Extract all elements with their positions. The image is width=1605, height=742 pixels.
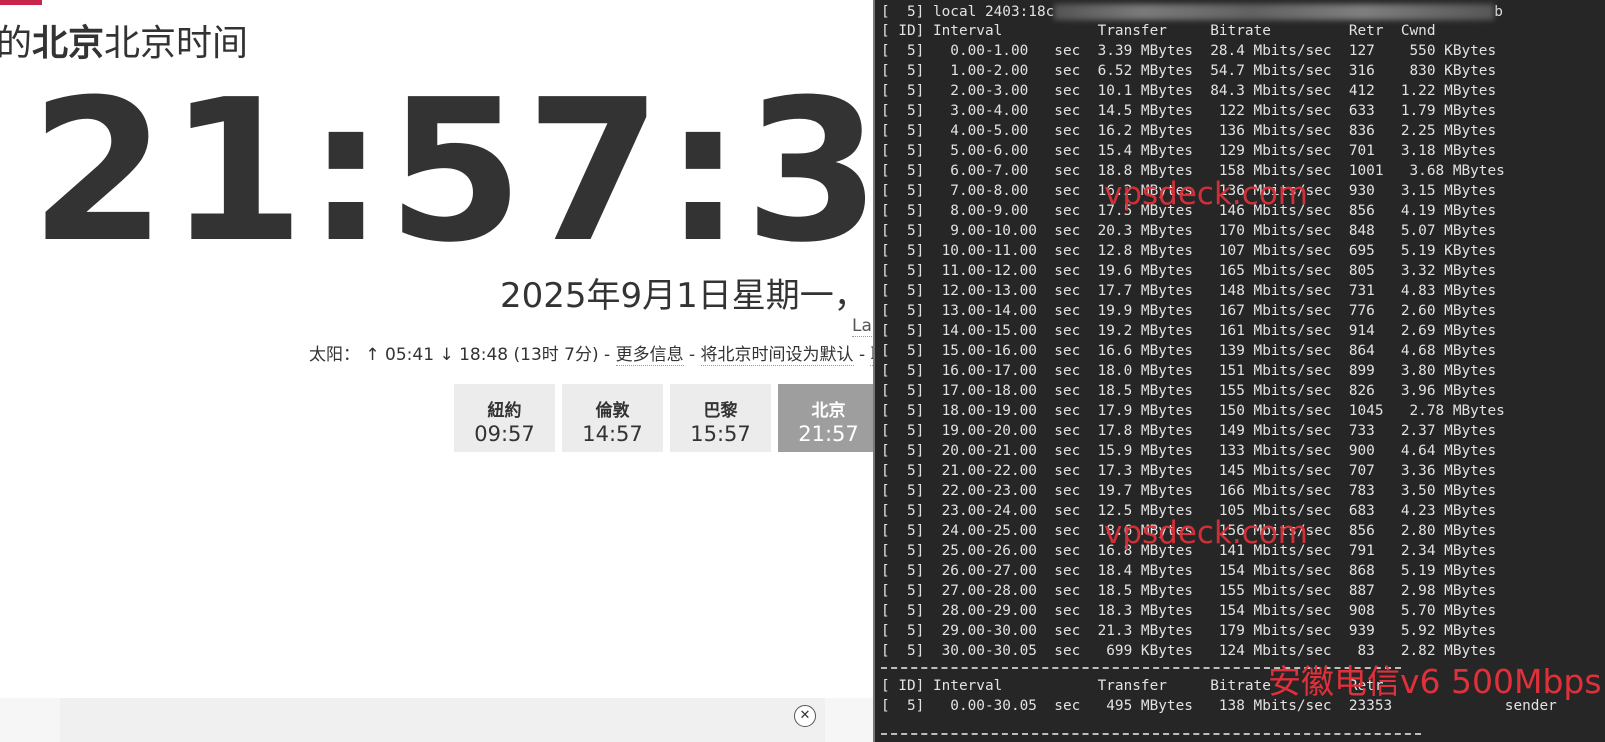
- terminal-row: [ 5] 2.00-3.00 sec 10.1 MBytes 84.3 Mbit…: [881, 83, 1497, 99]
- terminal-row: [ 5] 21.00-22.00 sec 17.3 MBytes 145 Mbi…: [881, 463, 1497, 479]
- terminal-row: [ 5] 15.00-16.00 sec 16.6 MBytes 139 Mbi…: [881, 343, 1497, 359]
- current-date: 2025年9月1日星期一，: [500, 276, 868, 316]
- ad-close-icon[interactable]: ✕: [794, 705, 816, 727]
- terminal-window[interactable]: [ 5] local 2403:18c b [ ID] Interval Tran…: [873, 0, 1605, 742]
- city-button-london[interactable]: 倫敦 14:57: [562, 384, 663, 452]
- lang-link-truncated[interactable]: La: [852, 316, 872, 337]
- terminal-row: [ 5] 13.00-14.00 sec 19.9 MBytes 167 Mbi…: [881, 303, 1497, 319]
- terminal-row: [ 5] 19.00-20.00 sec 17.8 MBytes 149 Mbi…: [881, 423, 1497, 439]
- site-nav-tab[interactable]: [0, 0, 42, 5]
- city-clock-list: 紐約 09:57 倫敦 14:57 巴黎 15:57 北京 21:57: [454, 384, 879, 452]
- terminal-row: [ 5] 5.00-6.00 sec 15.4 MBytes 129 Mbits…: [881, 143, 1497, 159]
- terminal-row: [ 5] 27.00-28.00 sec 18.5 MBytes 155 Mbi…: [881, 583, 1497, 599]
- city-time: 15:57: [690, 422, 751, 446]
- terminal-row: [ 5] 18.00-19.00 sec 17.9 MBytes 150 Mbi…: [881, 403, 1505, 419]
- city-time: 09:57: [474, 422, 535, 446]
- terminal-header: [ ID] Interval Transfer Bitrate Retr Cwn…: [881, 23, 1436, 39]
- terminal-row: [ 5] 14.00-15.00 sec 19.2 MBytes 161 Mbi…: [881, 323, 1497, 339]
- terminal-row: [ 5] 11.00-12.00 sec 19.6 MBytes 165 Mbi…: [881, 263, 1497, 279]
- test-label: 安徽电信v6 500Mbps: [1268, 662, 1602, 701]
- terminal-row: [ 5] 22.00-23.00 sec 19.7 MBytes 166 Mbi…: [881, 483, 1497, 499]
- city-name: 北京: [811, 401, 846, 421]
- city-time: 21:57: [798, 422, 859, 446]
- terminal-row: [ 5] 4.00-5.00 sec 16.2 MBytes 136 Mbits…: [881, 123, 1497, 139]
- redacted-address: [1054, 4, 1495, 20]
- current-time-clock: 21:57:31: [30, 58, 880, 286]
- sunrise-time: ↑ 05:41: [365, 345, 435, 365]
- sun-info-line: 太阳： ↑ 05:41 ↓ 18:48 (13时 7分) - 更多信息 - 将北…: [309, 340, 880, 366]
- watermark-text: vpsdeck.com: [1104, 515, 1308, 551]
- terminal-row: [ 5] 26.00-27.00 sec 18.4 MBytes 154 Mbi…: [881, 563, 1497, 579]
- city-name: 倫敦: [595, 401, 630, 421]
- terminal-row: [ 5] 12.00-13.00 sec 17.7 MBytes 148 Mbi…: [881, 283, 1497, 299]
- sun-label: 太阳：: [309, 345, 360, 365]
- set-default-link[interactable]: 将北京时间设为默认: [700, 345, 854, 366]
- ad-banner: [0, 698, 880, 742]
- city-name: 巴黎: [703, 401, 738, 421]
- terminal-row: [ 5] 28.00-29.00 sec 18.3 MBytes 154 Mbi…: [881, 603, 1497, 619]
- more-info-link[interactable]: 更多信息: [615, 345, 684, 366]
- sunset-time: ↓ 18:48: [439, 345, 509, 365]
- city-button-newyork[interactable]: 紐約 09:57: [454, 384, 555, 452]
- terminal-row: [ 5] 29.00-30.00 sec 21.3 MBytes 179 Mbi…: [881, 623, 1497, 639]
- day-length: (13时 7分): [513, 345, 599, 365]
- terminal-row: [ 5] 10.00-11.00 sec 12.8 MBytes 107 Mbi…: [881, 243, 1497, 259]
- city-button-paris[interactable]: 巴黎 15:57: [670, 384, 771, 452]
- city-time: 14:57: [582, 422, 643, 446]
- city-button-beijing[interactable]: 北京 21:57: [778, 384, 879, 452]
- terminal-row: [ 5] 17.00-18.00 sec 18.5 MBytes 155 Mbi…: [881, 383, 1497, 399]
- terminal-row: [ 5] 0.00-1.00 sec 3.39 MBytes 28.4 Mbit…: [881, 43, 1497, 59]
- watermark-text: vpsdeck.com: [1104, 176, 1308, 212]
- terminal-connection-line: [ 5] local 2403:18c b: [881, 4, 1503, 20]
- terminal-row: [ 5] 3.00-4.00 sec 14.5 MBytes 122 Mbits…: [881, 103, 1497, 119]
- terminal-row: [ 5] 1.00-2.00 sec 6.52 MBytes 54.7 Mbit…: [881, 63, 1497, 79]
- terminal-row: [ 5] 20.00-21.00 sec 15.9 MBytes 133 Mbi…: [881, 443, 1497, 459]
- city-name: 紐約: [487, 401, 522, 421]
- terminal-row: [ 5] 9.00-10.00 sec 20.3 MBytes 170 Mbit…: [881, 223, 1497, 239]
- time-website-panel: 的北京北京时间 21:57:31 2025年9月1日星期一， La 太阳： ↑ …: [0, 0, 880, 742]
- terminal-bottom-separator: [881, 733, 1421, 735]
- terminal-row: [ 5] 16.00-17.00 sec 18.0 MBytes 151 Mbi…: [881, 363, 1497, 379]
